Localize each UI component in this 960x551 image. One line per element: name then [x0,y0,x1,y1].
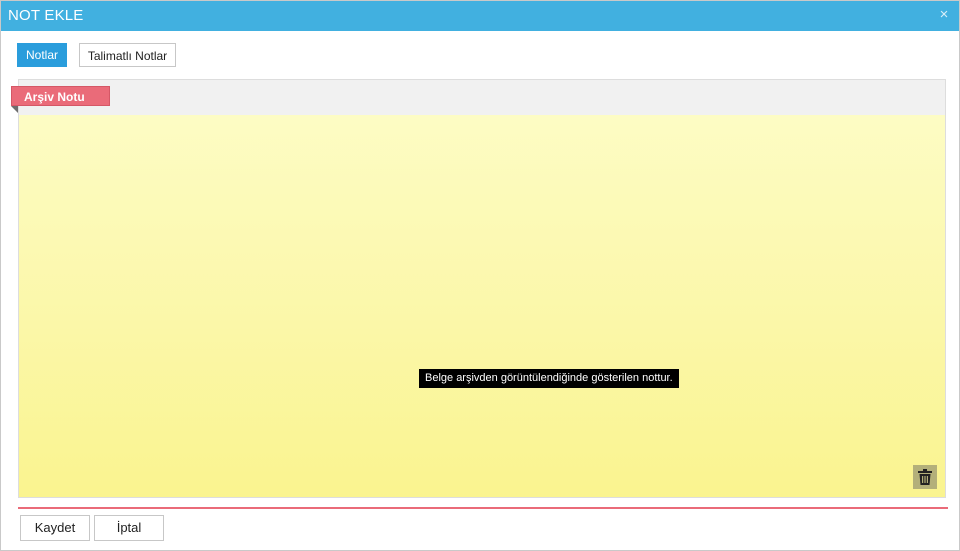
delete-note-button[interactable] [913,465,937,489]
cancel-button[interactable]: İptal [94,515,164,541]
archive-note-label: Arşiv Notu [11,86,110,106]
close-icon[interactable]: × [935,6,953,24]
note-dialog: NOT EKLE × Notlar Talimatlı Notlar Arşiv… [0,0,960,551]
title-bar: NOT EKLE × [1,1,959,31]
ribbon-fold [11,106,18,113]
note-textarea[interactable] [19,115,945,497]
save-button[interactable]: Kaydet [20,515,90,541]
note-tooltip: Belge arşivden görüntülendiğinde gösteri… [419,369,679,388]
tab-notes[interactable]: Notlar [17,43,67,67]
dialog-title: NOT EKLE [8,7,84,24]
tab-instructed-notes[interactable]: Talimatlı Notlar [79,43,176,67]
trash-icon [918,469,932,485]
footer-divider [18,507,948,509]
note-panel [18,79,946,498]
